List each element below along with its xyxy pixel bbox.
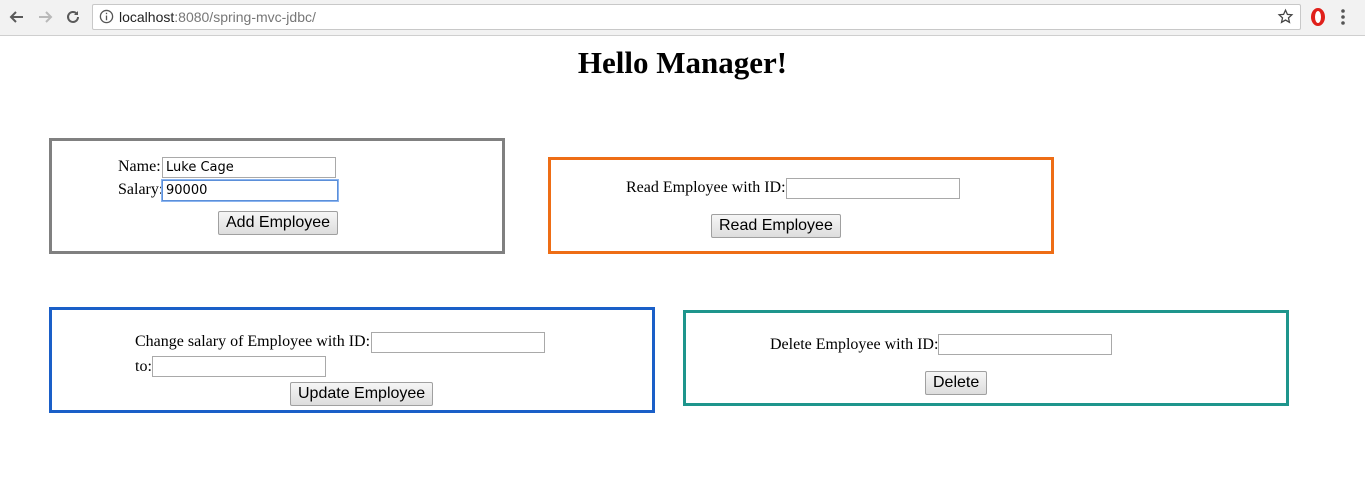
forward-icon[interactable] <box>34 6 56 28</box>
update-salary-form: Change salary of Employee with ID: to: U… <box>49 307 655 413</box>
url-text: localhost:8080/spring-mvc-jdbc/ <box>119 9 316 25</box>
address-bar[interactable]: localhost:8080/spring-mvc-jdbc/ <box>92 4 1301 30</box>
delete-employee-form: Delete Employee with ID: Delete <box>683 310 1289 406</box>
add-employee-button[interactable]: Add Employee <box>218 211 339 235</box>
delete-button[interactable]: Delete <box>925 371 988 395</box>
browser-toolbar: localhost:8080/spring-mvc-jdbc/ <box>0 0 1365 36</box>
read-employee-form: Read Employee with ID: Read Employee <box>548 157 1054 254</box>
name-label: Name: <box>118 158 161 175</box>
reload-icon[interactable] <box>62 6 84 28</box>
update-id-label: Change salary of Employee with ID: <box>135 333 371 350</box>
salary-label: Salary: <box>118 181 164 198</box>
menu-icon[interactable] <box>1340 8 1346 31</box>
name-input[interactable] <box>162 157 336 178</box>
opera-icon[interactable] <box>1310 7 1326 32</box>
new-salary-input[interactable] <box>152 356 326 377</box>
update-employee-button[interactable]: Update Employee <box>290 382 434 406</box>
read-id-label: Read Employee with ID: <box>626 179 786 196</box>
info-icon[interactable] <box>99 9 114 29</box>
delete-id-label: Delete Employee with ID: <box>770 336 939 353</box>
read-employee-button[interactable]: Read Employee <box>711 214 841 238</box>
url-host: localhost <box>119 9 175 25</box>
update-id-input[interactable] <box>371 332 545 353</box>
salary-input[interactable] <box>162 180 338 201</box>
bookmark-star-icon[interactable] <box>1277 8 1294 30</box>
back-icon[interactable] <box>6 6 28 28</box>
new-salary-label: to: <box>135 358 152 375</box>
url-path: :8080/spring-mvc-jdbc/ <box>174 9 316 25</box>
page-title: Hello Manager! <box>577 45 788 80</box>
delete-id-input[interactable] <box>938 334 1112 355</box>
read-id-input[interactable] <box>786 178 960 199</box>
add-employee-form: Name: Salary: Add Employee <box>49 138 505 254</box>
